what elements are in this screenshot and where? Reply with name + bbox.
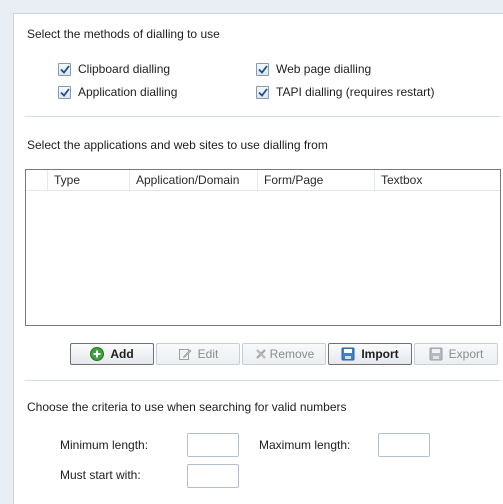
must-start-with-field[interactable] <box>187 464 239 488</box>
checkbox-tapi-dialling-label: TAPI dialling (requires restart) <box>276 85 435 99</box>
column-header-application-domain[interactable]: Application/Domain <box>130 170 258 191</box>
checkbox-clipboard-dialling[interactable]: Clipboard dialling <box>58 62 170 76</box>
edit-icon <box>178 347 192 361</box>
import-button-label: Import <box>361 347 399 361</box>
import-button[interactable]: Import <box>328 343 412 365</box>
checkbox-application-dialling-label: Application dialling <box>78 85 178 99</box>
checkbox-checked-icon[interactable] <box>256 62 269 76</box>
column-header-form-page[interactable]: Form/Page <box>258 170 375 191</box>
export-button-label: Export <box>448 347 484 361</box>
import-icon <box>341 347 355 361</box>
edit-button-label: Edit <box>197 347 219 361</box>
remove-button-label: Remove <box>269 347 315 361</box>
minimum-length-field[interactable] <box>187 433 239 457</box>
add-button[interactable]: Add <box>70 343 154 365</box>
column-header-textbox[interactable]: Textbox <box>375 170 500 191</box>
remove-icon <box>254 347 268 361</box>
edit-button[interactable]: Edit <box>156 343 240 365</box>
add-icon <box>90 347 105 361</box>
must-start-with-label: Must start with: <box>60 468 141 482</box>
checkbox-web-page-dialling[interactable]: Web page dialling <box>256 62 371 76</box>
section-divider <box>25 380 501 381</box>
add-button-label: Add <box>110 347 134 361</box>
dialling-settings-panel: Select the methods of dialling to use Cl… <box>13 13 503 504</box>
checkbox-tapi-dialling[interactable]: TAPI dialling (requires restart) <box>256 85 435 99</box>
checkbox-application-dialling[interactable]: Application dialling <box>58 85 177 99</box>
checkbox-clipboard-dialling-label: Clipboard dialling <box>78 62 171 76</box>
column-header-spacer <box>26 170 48 191</box>
dialling-methods-title: Select the methods of dialling to use <box>27 27 220 41</box>
table-header: Type Application/Domain Form/Page Textbo… <box>26 170 500 191</box>
minimum-length-label: Minimum length: <box>60 438 149 452</box>
maximum-length-label: Maximum length: <box>259 438 351 452</box>
export-icon <box>429 347 443 361</box>
export-button[interactable]: Export <box>414 343 498 365</box>
checkbox-checked-icon[interactable] <box>58 62 71 76</box>
remove-button[interactable]: Remove <box>242 343 326 365</box>
checkbox-web-page-dialling-label: Web page dialling <box>276 62 372 76</box>
column-header-type[interactable]: Type <box>48 170 130 191</box>
maximum-length-field[interactable] <box>378 433 430 457</box>
checkbox-checked-icon[interactable] <box>256 85 269 99</box>
applications-table[interactable]: Type Application/Domain Form/Page Textbo… <box>25 169 501 326</box>
criteria-title: Choose the criteria to use when searchin… <box>27 400 347 414</box>
section-divider <box>25 116 501 117</box>
applications-title: Select the applications and web sites to… <box>27 138 328 152</box>
checkbox-checked-icon[interactable] <box>58 85 71 99</box>
